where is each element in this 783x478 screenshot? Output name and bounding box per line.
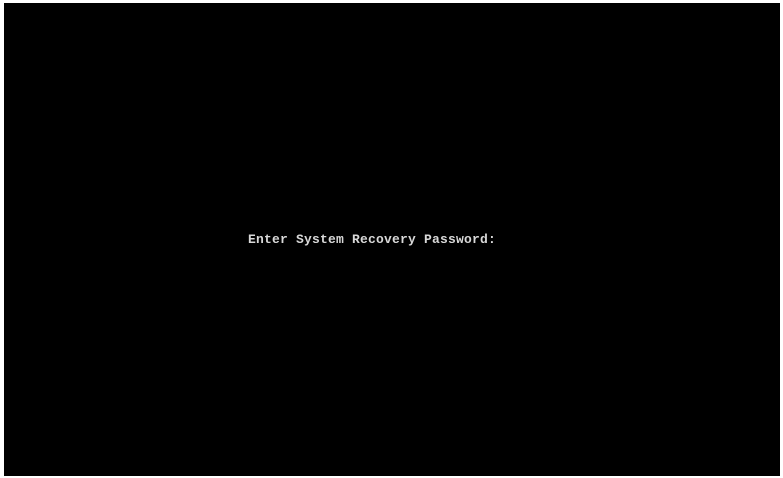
window-frame: Enter System Recovery Password: — [0, 0, 783, 478]
recovery-password-input[interactable] — [504, 231, 645, 247]
password-prompt-row: Enter System Recovery Password: — [248, 230, 645, 248]
recovery-console-screen: Enter System Recovery Password: — [4, 3, 780, 476]
password-prompt-label: Enter System Recovery Password: — [248, 231, 497, 247]
